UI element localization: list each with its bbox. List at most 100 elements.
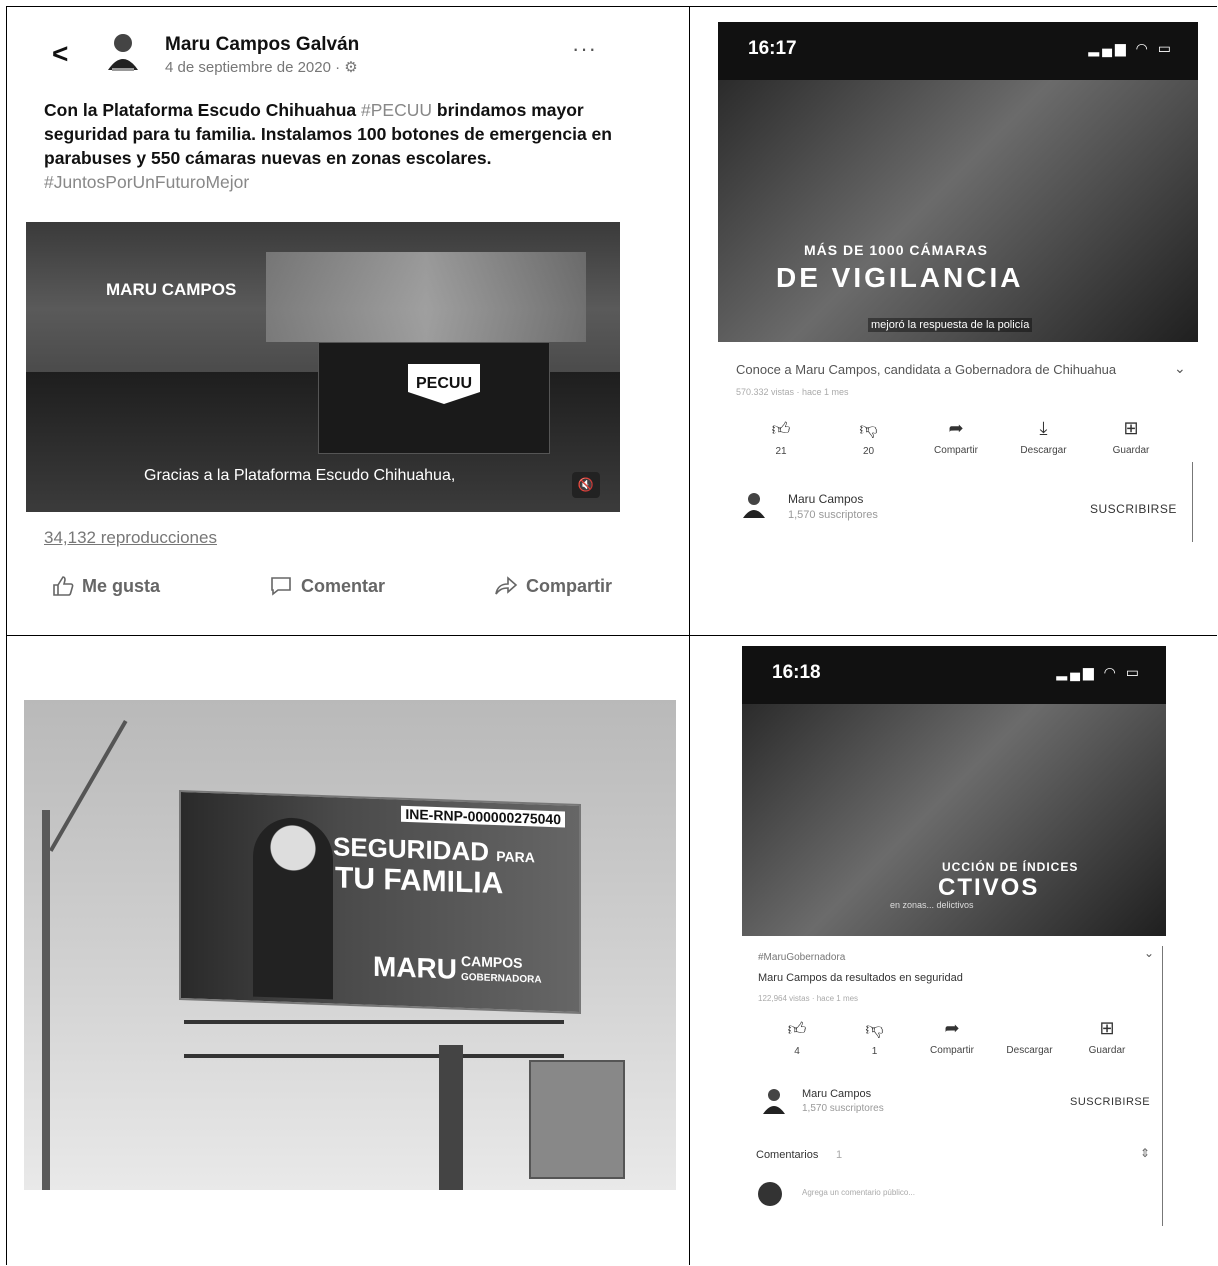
comment-button[interactable]: Comentar bbox=[269, 575, 385, 597]
hashtag-link[interactable]: #JuntosPorUnFuturoMejor bbox=[44, 172, 249, 192]
like-count: 21 bbox=[775, 446, 787, 457]
thumbs-up-icon: 👍︎ bbox=[771, 419, 791, 439]
share-label: Compartir bbox=[934, 445, 978, 456]
download-label: Descargar bbox=[1006, 1045, 1053, 1056]
dislike-count: 1 bbox=[871, 1046, 878, 1057]
video-caption: en zonas... delictivos bbox=[890, 900, 974, 910]
dislike-button[interactable]: 👎︎ 1 bbox=[840, 1018, 910, 1057]
avatar[interactable] bbox=[102, 30, 144, 74]
download-button[interactable]: ⤓Descargar bbox=[1009, 418, 1079, 457]
headline-small-word: PARA bbox=[496, 848, 535, 866]
expand-chevron-icon[interactable]: ⌄ bbox=[1144, 946, 1154, 960]
video-meta: 570.332 vistas · hace 1 mes bbox=[736, 387, 849, 397]
like-count: 4 bbox=[794, 1046, 800, 1057]
video-overlay-title: MARU CAMPOS bbox=[106, 280, 237, 299]
save-button[interactable]: ⊞ Guardar bbox=[1096, 418, 1166, 457]
status-bar: 16:18 ▂▄▆ ◠ ▭ bbox=[742, 646, 1166, 704]
video-player[interactable]: UCCIÓN DE ÍNDICES CTIVOS en zonas... del… bbox=[742, 704, 1166, 936]
candidate-photo bbox=[253, 816, 333, 1000]
comment-label: Comentar bbox=[300, 575, 385, 596]
youtube-screen-2: 16:18 ▂▄▆ ◠ ▭ UCCIÓN DE ÍNDICES CTIVOS e… bbox=[742, 646, 1166, 1236]
subscribe-button[interactable]: SUSCRIBIRSE bbox=[1090, 502, 1177, 516]
scrollbar[interactable] bbox=[1192, 462, 1193, 542]
channel-avatar[interactable] bbox=[740, 490, 768, 520]
status-bar: 16:17 ▂▄▆ ◠ ▭ bbox=[718, 22, 1198, 80]
scrollbar[interactable] bbox=[1162, 946, 1163, 1226]
back-button[interactable]: < bbox=[52, 38, 68, 70]
mute-icon[interactable]: 🔇 bbox=[572, 472, 600, 498]
video-player[interactable]: MARU CAMPOS PECUU Gracias a la Plataform… bbox=[26, 222, 620, 512]
video-meta: 122,964 vistas · hace 1 mes bbox=[758, 994, 859, 1003]
user-avatar bbox=[758, 1182, 782, 1206]
billboard-headline-2: TU FAMILIA bbox=[335, 861, 504, 901]
streetlight-arm bbox=[49, 720, 128, 852]
signal-wifi-battery-icon: ▂▄▆ ◠ ▭ bbox=[1088, 40, 1174, 56]
video-player[interactable]: MÁS DE 1000 CÁMARAS DE VIGILANCIA mejoró… bbox=[718, 80, 1198, 342]
save-label: Guardar bbox=[1088, 1045, 1126, 1056]
like-button[interactable]: Me gusta bbox=[52, 575, 160, 597]
logo-role: GOBERNADORA bbox=[461, 971, 542, 986]
channel-avatar[interactable] bbox=[760, 1086, 788, 1116]
status-time: 16:17 bbox=[748, 38, 797, 59]
comments-count: 1 bbox=[836, 1149, 843, 1161]
comment-input[interactable]: Agrega un comentario público... bbox=[802, 1188, 915, 1197]
post-text: Con la Plataforma Escudo Chihuahua #PECU… bbox=[44, 98, 624, 194]
billboard: INE-RNP-000000275040 SEGURIDAD PARA TU F… bbox=[179, 789, 581, 1015]
subscriber-count: 1,570 suscriptores bbox=[788, 509, 878, 521]
save-label: Guardar bbox=[1112, 445, 1150, 456]
video-background-screen bbox=[266, 252, 586, 342]
share-label: Compartir bbox=[525, 575, 612, 596]
hashtag-link[interactable]: #MaruGobernadora bbox=[758, 952, 845, 963]
download-label: Descargar bbox=[1020, 445, 1067, 456]
share-icon: ➦ bbox=[948, 418, 964, 438]
youtube-screen-1: 16:17 ▂▄▆ ◠ ▭ MÁS DE 1000 CÁMARAS DE VIG… bbox=[718, 22, 1198, 582]
status-time: 16:18 bbox=[772, 662, 821, 683]
video-overlay-line1: UCCIÓN DE ÍNDICES bbox=[942, 860, 1079, 874]
grid-divider-horizontal bbox=[7, 635, 1217, 636]
registration-number: INE-RNP-000000275040 bbox=[401, 805, 565, 828]
share-button[interactable]: ➦ Compartir bbox=[917, 1018, 987, 1057]
channel-name[interactable]: Maru Campos bbox=[802, 1088, 871, 1100]
road-sign-back bbox=[529, 1060, 625, 1179]
thumbs-down-icon: 👎︎ bbox=[865, 1019, 884, 1039]
video-overlay-line2: CTIVOS bbox=[938, 874, 1040, 901]
share-label: Compartir bbox=[930, 1045, 974, 1056]
more-options-icon[interactable]: ··· bbox=[572, 36, 597, 62]
hashtag-link[interactable]: #PECUU bbox=[361, 100, 432, 120]
billboard-catwalk bbox=[184, 1020, 564, 1058]
video-title[interactable]: Conoce a Maru Campos, candidata a Gobern… bbox=[736, 362, 1116, 377]
video-overlay-line1: MÁS DE 1000 CÁMARAS bbox=[804, 242, 988, 258]
video-overlay-line2: DE VIGILANCIA bbox=[776, 262, 1024, 293]
post-actions: Me gusta Comentar Compartir bbox=[52, 575, 612, 597]
download-button[interactable]: ⤓Descargar bbox=[995, 1018, 1065, 1057]
signal-wifi-battery-icon: ▂▄▆ ◠ ▭ bbox=[1056, 664, 1142, 680]
share-icon: ➦ bbox=[944, 1018, 960, 1038]
logo-surname: CAMPOS bbox=[461, 952, 523, 971]
sort-expand-icon[interactable]: ⇕ bbox=[1140, 1146, 1150, 1160]
dislike-button[interactable]: 👎︎ 20 bbox=[834, 418, 904, 457]
channel-name[interactable]: Maru Campos bbox=[788, 492, 863, 506]
like-label: Me gusta bbox=[82, 575, 161, 596]
thumbs-up-icon: 👍︎ bbox=[787, 1019, 807, 1039]
post-author[interactable]: Maru Campos Galván bbox=[165, 34, 359, 56]
share-icon bbox=[495, 576, 518, 595]
billboard-post bbox=[439, 1045, 463, 1190]
like-button[interactable]: 👍︎ 4 bbox=[762, 1018, 832, 1057]
share-button[interactable]: Compartir bbox=[494, 575, 612, 597]
video-actions: 👍︎ 4 👎︎ 1 ➦ Compartir ⤓Descargar ⊞ Guardar bbox=[762, 1018, 1142, 1057]
video-caption: mejoró la respuesta de la policía bbox=[868, 318, 1033, 332]
logo-name: MARU bbox=[373, 950, 457, 985]
comments-label[interactable]: Comentarios bbox=[756, 1149, 818, 1161]
share-button[interactable]: ➦ Compartir bbox=[921, 418, 991, 457]
logo-surname-role: CAMPOS GOBERNADORA bbox=[461, 952, 542, 988]
comment-icon bbox=[271, 577, 291, 596]
expand-chevron-icon[interactable]: ⌄ bbox=[1174, 360, 1186, 377]
post-date: 4 de septiembre de 2020 · ⚙ bbox=[165, 59, 358, 76]
like-button[interactable]: 👍︎ 21 bbox=[746, 418, 816, 457]
video-title[interactable]: Maru Campos da resultados en seguridad bbox=[758, 972, 963, 984]
view-count[interactable]: 34,132 reproducciones bbox=[44, 528, 217, 548]
subscribe-button[interactable]: SUSCRIBIRSE bbox=[1070, 1096, 1150, 1108]
save-button[interactable]: ⊞ Guardar bbox=[1072, 1018, 1142, 1057]
save-to-playlist-icon: ⊞ bbox=[1099, 1018, 1115, 1038]
save-to-playlist-icon: ⊞ bbox=[1123, 418, 1139, 438]
